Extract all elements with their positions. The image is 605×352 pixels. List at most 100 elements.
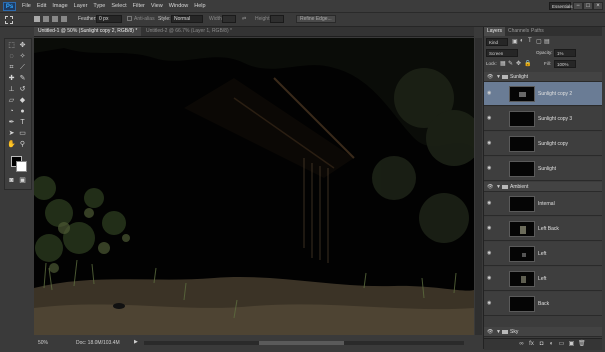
layer-group-sunlight[interactable]: 👁 ▼ Sunlight <box>484 72 602 82</box>
visibility-eye-icon[interactable]: ◉ <box>487 251 493 256</box>
workspace-dropdown[interactable]: Essentials <box>549 2 573 10</box>
layer-row[interactable]: ◉ Left <box>484 242 602 266</box>
menu-image[interactable]: Image <box>52 3 67 9</box>
layer-row[interactable]: ◉ Left <box>484 267 602 291</box>
magic-wand-icon[interactable]: ✧ <box>18 52 27 61</box>
menu-edit[interactable]: Edit <box>37 3 46 9</box>
layer-row[interactable]: ◉ Left Back <box>484 217 602 241</box>
new-selection-icon[interactable] <box>34 16 40 22</box>
scrollbar-thumb[interactable] <box>259 341 344 345</box>
crop-icon[interactable]: ⌗ <box>7 63 16 72</box>
layer-group-ambient[interactable]: 👁 ▼ Ambient <box>484 182 602 192</box>
canvas-scrollbar[interactable] <box>475 38 482 335</box>
fill-input[interactable]: 100% <box>554 60 576 68</box>
width-input[interactable] <box>222 15 236 23</box>
subtract-selection-icon[interactable] <box>52 16 58 22</box>
move-icon[interactable]: ✥ <box>18 41 27 50</box>
layer-row[interactable]: ◉ Sunlight <box>484 157 602 181</box>
close-button[interactable]: × <box>593 2 603 10</box>
path-selection-icon[interactable]: ➤ <box>7 129 16 138</box>
height-input[interactable] <box>270 15 284 23</box>
tab-untitled-1[interactable]: Untitled-1 @ 50% (Sunlight copy 2, RGB/8… <box>34 27 142 36</box>
lock-pixels-icon[interactable]: ✎ <box>508 60 513 67</box>
filter-type-icon[interactable]: T <box>528 38 532 44</box>
tab-layers[interactable]: Layers <box>484 27 506 36</box>
healing-brush-icon[interactable]: ✚ <box>7 74 16 83</box>
lasso-icon[interactable]: ◌ <box>7 52 16 61</box>
filter-pixel-icon[interactable]: ▣ <box>512 38 518 45</box>
menu-filter[interactable]: Filter <box>133 3 145 9</box>
menu-help[interactable]: Help <box>194 3 205 9</box>
clone-stamp-icon[interactable]: ⊥ <box>7 85 16 94</box>
visibility-eye-icon[interactable]: ◉ <box>487 226 493 231</box>
refine-edge-button[interactable]: Refine Edge... <box>296 15 336 23</box>
lock-transparent-icon[interactable]: ▦ <box>500 60 506 67</box>
layer-row[interactable]: ◉ Internal <box>484 192 602 216</box>
blur-icon[interactable]: ◔ <box>7 107 16 116</box>
lock-position-icon[interactable]: ✥ <box>516 60 521 67</box>
visibility-eye-icon[interactable]: ◉ <box>487 166 493 171</box>
pen-icon[interactable]: ✒ <box>7 118 16 127</box>
menu-select[interactable]: Select <box>111 3 126 9</box>
filter-smart-icon[interactable]: ▤ <box>544 38 550 45</box>
antialias-checkbox[interactable] <box>127 16 132 21</box>
layer-row[interactable]: ◉ Sunlight copy 3 <box>484 107 602 131</box>
layer-row[interactable]: ◉ Sunlight copy <box>484 132 602 156</box>
visibility-eye-icon[interactable]: ◉ <box>487 301 493 306</box>
expand-arrow-icon[interactable]: ▼ <box>496 74 501 80</box>
quick-mask-icon[interactable]: ◙ <box>7 176 16 185</box>
new-layer-icon[interactable]: ▣ <box>568 341 575 348</box>
menu-type[interactable]: Type <box>93 3 105 9</box>
marquee-icon[interactable]: ⬚ <box>7 41 16 50</box>
eyedropper-icon[interactable]: ⟋ <box>18 63 27 72</box>
layer-row[interactable]: ◉ Back <box>484 292 602 316</box>
kind-filter-select[interactable]: Kind <box>486 38 508 46</box>
blend-mode-select[interactable]: Screen <box>486 49 518 57</box>
menu-layer[interactable]: Layer <box>74 3 88 9</box>
filter-shape-icon[interactable]: ▢ <box>536 38 542 45</box>
background-color-swatch[interactable] <box>16 161 27 172</box>
minimize-button[interactable]: − <box>573 2 583 10</box>
marquee-tool-icon[interactable] <box>5 16 13 24</box>
hand-icon[interactable]: ✋ <box>7 140 16 149</box>
layer-group-sky[interactable]: 👁 ▼ Sky <box>484 327 602 337</box>
visibility-eye-icon[interactable]: ◉ <box>487 116 493 121</box>
layer-style-icon[interactable]: fx <box>528 341 535 348</box>
new-group-icon[interactable]: ▭ <box>558 341 565 348</box>
lock-all-icon[interactable]: 🔒 <box>524 60 531 67</box>
type-icon[interactable]: T <box>18 118 27 127</box>
swap-icon[interactable]: ⇄ <box>242 16 246 22</box>
delete-layer-icon[interactable]: 🗑 <box>578 341 586 348</box>
opacity-input[interactable]: 1% <box>554 49 576 57</box>
document-canvas[interactable] <box>34 38 474 335</box>
visibility-eye-icon[interactable]: 👁 <box>487 329 493 335</box>
brush-icon[interactable]: ✎ <box>18 74 27 83</box>
visibility-eye-icon[interactable]: ◉ <box>487 201 493 206</box>
maximize-button[interactable]: □ <box>583 2 593 10</box>
status-arrow-icon[interactable]: ▶ <box>134 339 138 345</box>
menu-window[interactable]: Window <box>169 3 189 9</box>
rectangle-icon[interactable]: ▭ <box>18 129 27 138</box>
horizontal-scrollbar[interactable] <box>144 341 464 345</box>
zoom-level[interactable]: 50% <box>38 340 48 346</box>
adjustment-layer-icon[interactable]: ◐ <box>548 341 555 348</box>
link-layers-icon[interactable]: ∞ <box>518 341 525 348</box>
history-brush-icon[interactable]: ↺ <box>18 85 27 94</box>
menu-view[interactable]: View <box>151 3 163 9</box>
dodge-icon[interactable]: ● <box>18 107 27 116</box>
visibility-eye-icon[interactable]: ◉ <box>487 276 493 281</box>
menu-file[interactable]: File <box>22 3 31 9</box>
eraser-icon[interactable]: ▱ <box>7 96 16 105</box>
expand-arrow-icon[interactable]: ▼ <box>496 329 501 335</box>
visibility-eye-icon[interactable]: 👁 <box>487 184 493 190</box>
add-mask-icon[interactable]: ◘ <box>538 341 545 348</box>
style-select[interactable]: Normal <box>171 15 203 23</box>
zoom-icon[interactable]: ⚲ <box>18 140 27 149</box>
screen-mode-icon[interactable]: ▣ <box>18 176 27 185</box>
intersect-selection-icon[interactable] <box>61 16 67 22</box>
feather-input[interactable]: 0 px <box>96 15 122 23</box>
visibility-eye-icon[interactable]: ◉ <box>487 91 493 96</box>
layer-row[interactable]: ◉ Sunlight copy 2 <box>484 82 602 106</box>
tab-untitled-2[interactable]: Untitled-2 @ 66.7% (Layer 1, RGB/8) * <box>142 27 236 36</box>
add-selection-icon[interactable] <box>43 16 49 22</box>
